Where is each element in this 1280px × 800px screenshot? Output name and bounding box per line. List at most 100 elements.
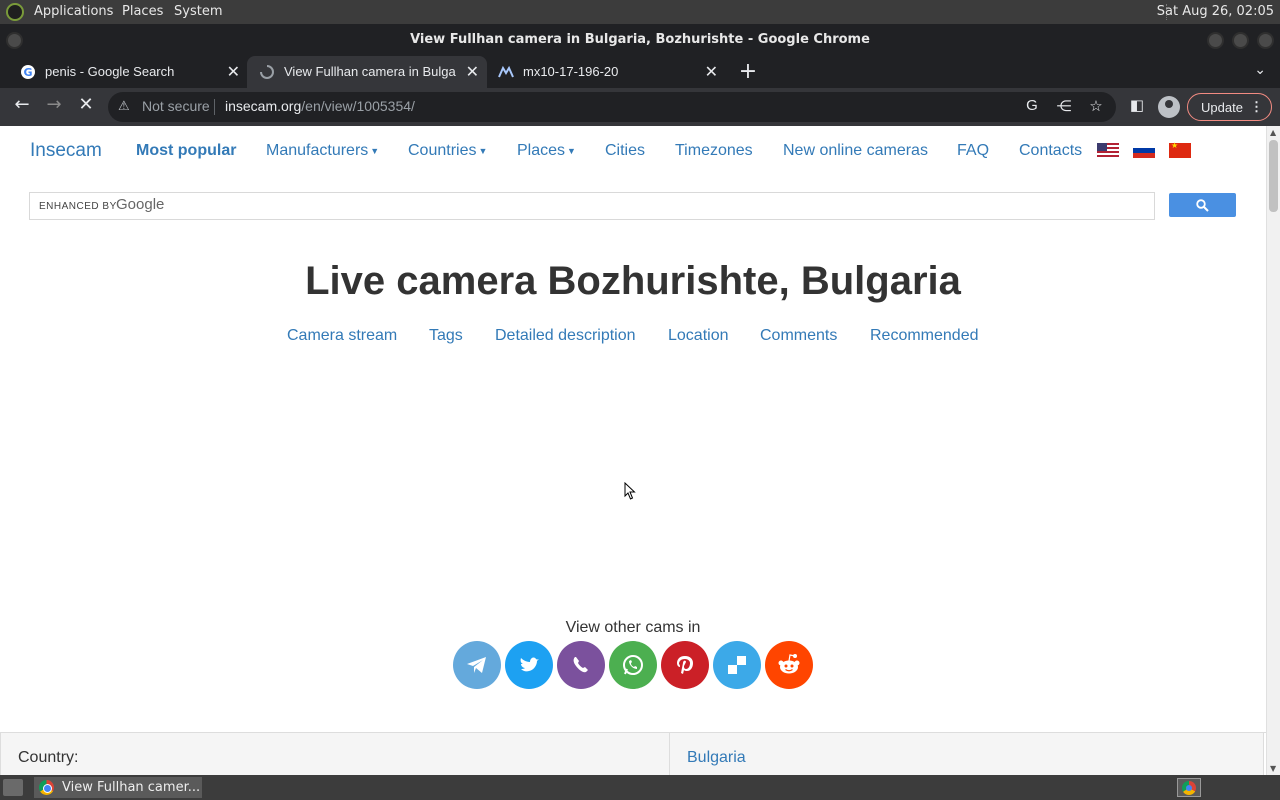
subnav-tags[interactable]: Tags <box>429 327 463 345</box>
mikrotik-icon <box>498 65 514 78</box>
url-path: /en/view/1005354/ <box>301 98 415 114</box>
delicious-share-button[interactable] <box>713 641 761 689</box>
browser-toolbar: ← → ✕ ⚠ Not secure insecam.org/en/view/1… <box>0 88 1280 126</box>
nav-countries-label: Countries <box>408 142 477 159</box>
delicious-icon <box>728 656 746 674</box>
url-text[interactable]: insecam.org/en/view/1005354/ <box>225 98 415 114</box>
share-icon[interactable]: ⋲ <box>1054 97 1074 115</box>
tray-chrome-button[interactable] <box>1177 778 1201 797</box>
tab-google-search[interactable]: G penis - Google Search ✕ <box>8 56 248 88</box>
update-button[interactable]: Update ⋮ <box>1187 93 1272 121</box>
back-icon[interactable]: ← <box>9 94 35 115</box>
enhanced-by-label: ENHANCED BY <box>39 201 117 212</box>
subnav-location[interactable]: Location <box>668 327 729 345</box>
search-button[interactable] <box>1169 193 1236 217</box>
twitter-share-button[interactable] <box>505 641 553 689</box>
tab-insecam[interactable]: View Fullhan camera in Bulgaria ✕ <box>247 56 487 88</box>
address-bar[interactable]: ⚠ Not secure insecam.org/en/view/1005354… <box>108 92 1116 122</box>
subnav-comments[interactable]: Comments <box>760 327 837 345</box>
russia-flag-icon[interactable] <box>1133 143 1155 158</box>
nav-timezones[interactable]: Timezones <box>675 142 753 160</box>
system-menu[interactable]: System <box>174 4 222 19</box>
minimize-icon[interactable] <box>1207 32 1224 49</box>
nav-manufacturers-dropdown[interactable]: Manufacturers ▼ <box>266 142 379 160</box>
scrollbar-thumb[interactable] <box>1269 140 1278 212</box>
side-panel-icon[interactable]: ◧ <box>1124 96 1150 114</box>
tab-mikrotik[interactable]: mx10-17-196-20 ✕ <box>486 56 726 88</box>
close-tab-icon[interactable]: ✕ <box>466 62 479 82</box>
nav-most-popular[interactable]: Most popular <box>136 142 236 160</box>
omnibox-divider <box>214 99 215 115</box>
scroll-up-icon[interactable]: ▲ <box>1270 128 1276 137</box>
site-search-input[interactable]: ENHANCED BY Google <box>29 192 1155 220</box>
update-label: Update <box>1201 100 1243 115</box>
svg-text:G: G <box>23 66 32 79</box>
stop-loading-icon[interactable]: ✕ <box>73 94 99 115</box>
distro-logo-icon[interactable] <box>6 3 24 21</box>
tab-strip: G penis - Google Search ✕ View Fullhan c… <box>0 56 1280 88</box>
china-flag-icon[interactable] <box>1169 141 1191 158</box>
whatsapp-icon <box>623 655 643 675</box>
bookmark-star-icon[interactable]: ☆ <box>1086 97 1106 115</box>
nav-manufacturers-label: Manufacturers <box>266 142 369 159</box>
google-lens-icon[interactable]: G <box>1022 97 1042 114</box>
scroll-down-icon[interactable]: ▼ <box>1270 764 1276 773</box>
tab-label: View Fullhan camera in Bulgaria <box>284 64 456 79</box>
forward-icon[interactable]: → <box>41 94 67 115</box>
camera-info-table: Country: Bulgaria <box>0 732 1266 775</box>
nav-places-label: Places <box>517 142 566 159</box>
window-titlebar[interactable]: View Fullhan camera in Bulgaria, Bozhuri… <box>0 24 1280 56</box>
show-desktop-icon[interactable] <box>3 779 23 796</box>
us-flag-icon[interactable] <box>1097 143 1119 158</box>
caret-down-icon: ▼ <box>478 145 488 156</box>
new-tab-button[interactable]: + <box>737 59 759 84</box>
subnav-camera-stream[interactable]: Camera stream <box>287 327 397 345</box>
telegram-icon <box>467 657 486 673</box>
url-host: insecam.org <box>225 98 302 114</box>
subnav-detailed-description[interactable]: Detailed description <box>495 327 636 345</box>
close-tab-icon[interactable]: ✕ <box>705 62 718 82</box>
chrome-icon <box>1182 781 1196 795</box>
nav-contacts[interactable]: Contacts <box>1019 142 1082 160</box>
places-menu[interactable]: Places <box>122 4 163 19</box>
pinterest-share-button[interactable] <box>661 641 709 689</box>
nav-places-dropdown[interactable]: Places ▼ <box>517 142 576 160</box>
site-brand-link[interactable]: Insecam <box>30 140 102 162</box>
chrome-icon <box>39 780 54 795</box>
close-window-icon[interactable] <box>1257 32 1274 49</box>
tab-search-chevron-icon[interactable]: ⌄ <box>1254 62 1266 78</box>
viber-icon <box>573 657 588 673</box>
loading-spinner-icon <box>260 65 274 79</box>
nav-faq[interactable]: FAQ <box>957 142 989 160</box>
close-tab-icon[interactable]: ✕ <box>227 62 240 82</box>
telegram-share-button[interactable] <box>453 641 501 689</box>
warning-triangle-icon[interactable]: ⚠ <box>118 98 130 114</box>
pinterest-icon <box>677 656 693 674</box>
maximize-icon[interactable] <box>1232 32 1249 49</box>
table-row-label-cell: Country: <box>0 733 670 775</box>
system-top-panel: Applications Places System Sat Aug 26, 0… <box>0 0 1280 24</box>
twitter-icon <box>520 657 539 672</box>
subnav-recommended[interactable]: Recommended <box>870 327 979 345</box>
magnifier-icon <box>1196 199 1209 212</box>
viber-share-button[interactable] <box>557 641 605 689</box>
google-g-icon: G <box>21 65 35 79</box>
country-link[interactable]: Bulgaria <box>687 749 746 767</box>
tab-label: penis - Google Search <box>45 64 175 79</box>
profile-avatar-icon[interactable] <box>1158 96 1180 118</box>
nav-countries-dropdown[interactable]: Countries ▼ <box>408 142 487 160</box>
taskbar-window-button[interactable]: View Fullhan camer... <box>34 777 202 798</box>
page-title: Live camera Bozhurishte, Bulgaria <box>305 259 961 303</box>
security-indicator[interactable]: Not secure <box>142 98 210 114</box>
caret-down-icon: ▼ <box>370 145 380 156</box>
page-scrollbar[interactable]: ▲ ▼ <box>1266 126 1280 775</box>
google-wordmark: Google <box>116 196 165 213</box>
whatsapp-share-button[interactable] <box>609 641 657 689</box>
view-other-cams-label: View other cams in <box>565 619 701 636</box>
caret-down-icon: ▼ <box>567 145 576 156</box>
clock[interactable]: Sat Aug 26, 02:05 <box>1157 4 1274 19</box>
nav-cities[interactable]: Cities <box>605 142 645 160</box>
reddit-share-button[interactable] <box>765 641 813 689</box>
applications-menu[interactable]: Applications <box>34 4 113 19</box>
nav-new-online-cameras[interactable]: New online cameras <box>783 142 928 160</box>
